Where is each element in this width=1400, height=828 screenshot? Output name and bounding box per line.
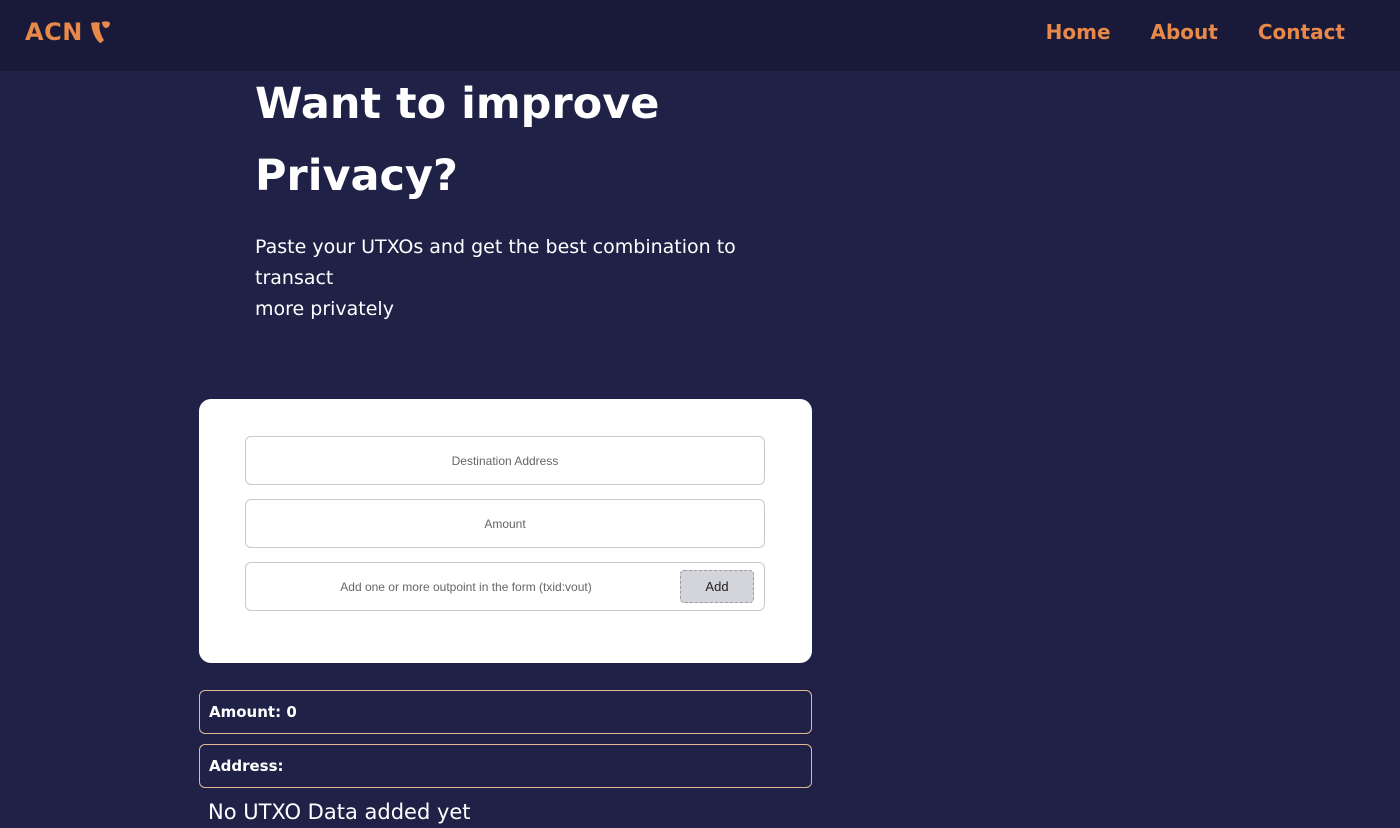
add-outpoint-button[interactable]: Add [680,570,754,603]
amount-summary: Amount: 0 [199,690,812,734]
destination-address-input[interactable] [245,436,765,485]
logo[interactable]: ACN [25,18,111,46]
amount-input[interactable] [245,499,765,548]
nav-link-contact[interactable]: Contact [1258,20,1345,44]
logo-text: ACN [25,18,83,46]
typo3-logo-icon [90,21,110,43]
nav-link-home[interactable]: Home [1046,20,1111,44]
amount-summary-label: Amount: [209,703,282,721]
nav-links: Home About Contact [1046,20,1345,44]
hero-subtitle-line-2: transact [255,267,334,289]
hero-subtitle-line-3: more privately [255,298,394,320]
hero-title-line-2: Privacy? [255,151,458,201]
navbar: ACN Home About Contact [0,0,1400,71]
nav-link-about[interactable]: About [1151,20,1218,44]
outpoint-row: Add [245,562,765,611]
hero-title: Want to improve Privacy? [255,68,815,212]
amount-summary-value: 0 [286,703,297,721]
hero-subtitle-line-1: Paste your UTXOs and get the best combin… [255,236,736,258]
utxo-form-card: Add [199,399,812,663]
address-summary-label: Address: [209,757,284,775]
address-summary: Address: [199,744,812,788]
outpoint-input[interactable] [246,563,686,610]
hero-subtitle: Paste your UTXOs and get the best combin… [255,232,775,325]
empty-utxo-message: No UTXO Data added yet [208,800,471,824]
hero-title-line-1: Want to improve [255,79,660,129]
